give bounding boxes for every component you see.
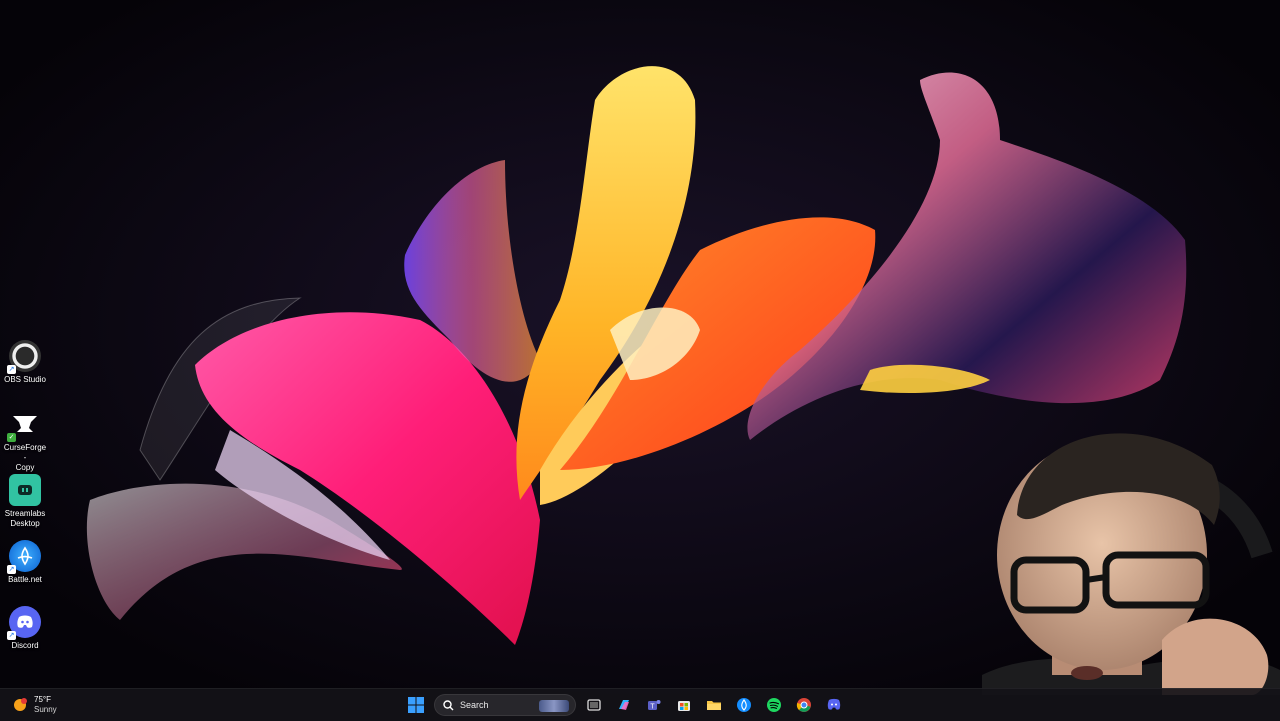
webcam-person-image (982, 433, 1280, 695)
streamlabs-icon (9, 474, 41, 506)
teams-icon: T (648, 700, 661, 711)
chrome-icon (796, 698, 811, 712)
search-icon (443, 699, 454, 710)
copilot-icon (619, 700, 629, 710)
store-icon (678, 701, 690, 711)
spotify-icon (767, 698, 781, 712)
desktop-icon-label: OBS Studio (4, 375, 46, 384)
discord-icon: ↗ (7, 606, 41, 640)
task-view-button[interactable] (582, 693, 606, 717)
start-button[interactable] (404, 693, 428, 717)
spotify-button[interactable] (762, 693, 786, 717)
file-explorer-button[interactable] (702, 693, 726, 717)
desktop-icon-label: Streamlabs Desktop (4, 509, 46, 528)
store-button[interactable] (672, 693, 696, 717)
discord-taskbar-button[interactable] (822, 693, 846, 717)
search-highlight-icon (539, 700, 569, 712)
search-label: Search (460, 700, 489, 710)
battlenet-taskbar-button[interactable] (732, 693, 756, 717)
copilot-button[interactable] (612, 693, 636, 717)
desktop-icon-obs-studio[interactable]: ↗ OBS Studio (2, 340, 48, 385)
webcam-overlay (982, 405, 1280, 695)
desktop-icon-battlenet[interactable]: ↗ Battle.net (2, 540, 48, 585)
weather-condition: Sunny (34, 705, 57, 714)
teams-button[interactable]: T (642, 693, 666, 717)
sun-icon (12, 697, 28, 713)
desktop-icon-label: CurseForge - Copy (3, 443, 47, 472)
start-icon (408, 697, 424, 713)
taskbar-center: Search T (404, 693, 846, 717)
curseforge-icon: ✓ (7, 408, 41, 442)
desktop-icon-streamlabs[interactable]: Streamlabs Desktop (2, 474, 48, 529)
discord-icon (827, 698, 841, 710)
battlenet-icon (737, 698, 751, 712)
desktop-icon-discord[interactable]: ↗ Discord (2, 606, 48, 651)
taskbar-search-box[interactable]: Search (434, 694, 576, 716)
weather-temperature: 75°F (34, 695, 51, 704)
svg-text:T: T (650, 704, 655, 711)
desktop-icon-label: Discord (11, 641, 39, 650)
obs-icon: ↗ (7, 340, 41, 374)
file-explorer-icon (707, 701, 721, 710)
taskbar: 75°F Sunny Search T (0, 688, 1280, 721)
desktop-icon-curseforge[interactable]: ✓ CurseForge - Copy (2, 408, 48, 473)
task-view-icon (587, 699, 601, 711)
chrome-button[interactable] (792, 693, 816, 717)
desktop-icon-label: Battle.net (8, 575, 42, 584)
weather-widget[interactable]: 75°F Sunny (12, 693, 57, 717)
battlenet-icon: ↗ (7, 540, 41, 574)
